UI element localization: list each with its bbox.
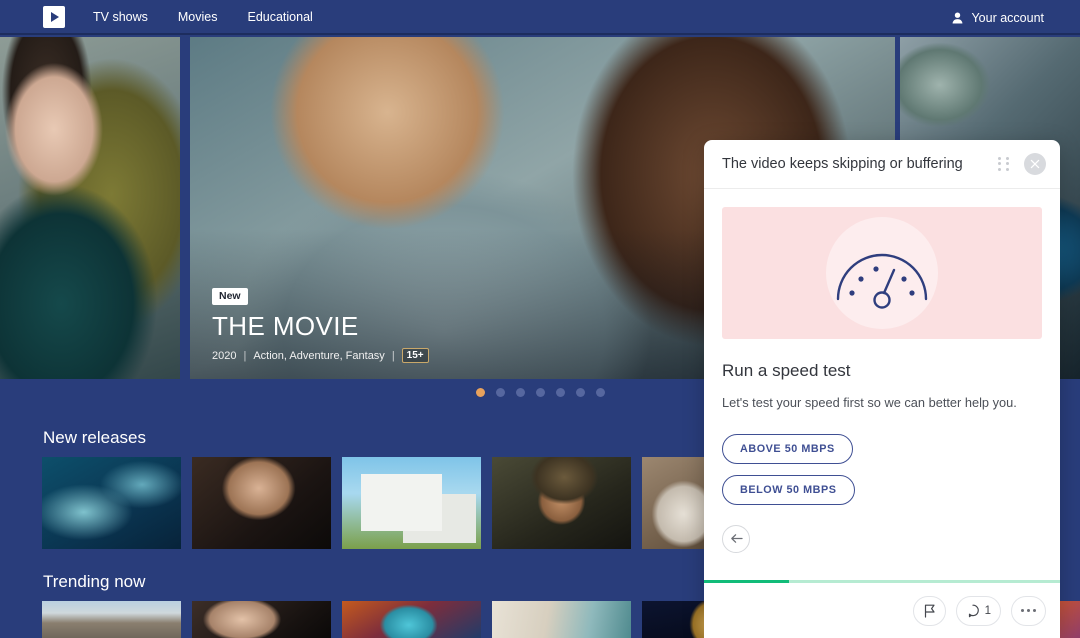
widget-heading: Run a speed test [722, 361, 851, 380]
thumbnail-card[interactable] [192, 601, 331, 638]
more-button[interactable] [1011, 595, 1046, 626]
comment-icon [968, 604, 979, 617]
hero-year: 2020 [212, 349, 237, 362]
thumbnail-card[interactable] [342, 601, 481, 638]
speedometer-illustration [722, 207, 1042, 339]
hero-preview-left[interactable] [0, 37, 180, 379]
carousel-dot-7[interactable] [595, 388, 605, 397]
widget-footer: 1 [704, 580, 1060, 638]
support-widget: The video keeps skipping or buffering Ru… [704, 140, 1060, 638]
thumbnail-card[interactable] [492, 601, 631, 638]
nav-link-educational[interactable]: Educational [247, 10, 312, 24]
account-menu[interactable]: Your account [952, 0, 1044, 35]
hero-title: THE MOVIE [212, 311, 359, 342]
widget-body: Run a speed test Let's test your speed f… [704, 189, 1060, 580]
top-navbar: TV shows Movies Educational Your account [0, 0, 1080, 35]
account-label: Your account [971, 10, 1044, 25]
arrow-left-glyph [730, 534, 743, 543]
thumbnail-card[interactable] [492, 457, 631, 549]
flag-button[interactable] [912, 595, 946, 626]
more-horizontal-icon [1021, 609, 1036, 612]
flag-icon [924, 604, 935, 618]
app-root: TV shows Movies Educational Your account… [0, 0, 1080, 638]
choice-below-50-mbps[interactable]: BELOW 50 MBPS [722, 474, 855, 505]
arrow-left-icon[interactable] [722, 524, 750, 553]
widget-title: The video keeps skipping or buffering [722, 156, 963, 172]
carousel-dot-1[interactable] [475, 388, 485, 397]
hero-metadata: 2020 | Action, Adventure, Fantasy | 15+ [212, 348, 429, 363]
primary-nav: TV shows Movies Educational [93, 10, 343, 24]
nav-link-tv-shows[interactable]: TV shows [93, 10, 148, 24]
thumbnail-card[interactable] [42, 457, 181, 549]
carousel-dot-6[interactable] [575, 388, 585, 397]
play-logo-icon[interactable] [43, 5, 65, 28]
hero-separator-1: | [243, 349, 247, 362]
comment-button[interactable]: 1 [955, 595, 1001, 626]
play-triangle-icon [51, 11, 59, 22]
hero-genres: Action, Adventure, Fantasy [253, 349, 385, 362]
close-glyph [1030, 159, 1040, 169]
widget-choices: ABOVE 50 MBPS BELOW 50 MBPS [722, 433, 1042, 505]
speedometer-icon [836, 253, 928, 309]
section-title-new-releases: New releases [43, 428, 146, 447]
hero-new-badge: New [212, 288, 248, 306]
user-icon [953, 12, 963, 23]
carousel-dot-3[interactable] [515, 388, 525, 397]
drag-handle-icon[interactable] [998, 156, 1011, 172]
carousel-dot-5[interactable] [555, 388, 565, 397]
nav-link-movies[interactable]: Movies [178, 10, 218, 24]
thumbnail-card[interactable] [342, 457, 481, 549]
widget-description: Let's test your speed first so we can be… [722, 395, 1017, 410]
widget-header: The video keeps skipping or buffering [704, 140, 1060, 189]
hero-age-rating: 15+ [401, 348, 429, 363]
carousel-dot-4[interactable] [535, 388, 545, 397]
close-icon[interactable] [1024, 153, 1046, 175]
thumbnail-card[interactable] [42, 601, 181, 638]
thumbnail-card[interactable] [192, 457, 331, 549]
hero-separator-2: | [391, 349, 395, 362]
section-title-trending-now: Trending now [43, 572, 146, 591]
carousel-dot-2[interactable] [495, 388, 505, 397]
hero-preview-left-image [0, 37, 180, 379]
footer-actions: 1 [704, 583, 1060, 638]
comment-count: 1 [984, 604, 991, 617]
hero-text-block: New THE MOVIE 2020 | Action, Adventure, … [212, 286, 429, 363]
choice-above-50-mbps[interactable]: ABOVE 50 MBPS [722, 433, 853, 464]
